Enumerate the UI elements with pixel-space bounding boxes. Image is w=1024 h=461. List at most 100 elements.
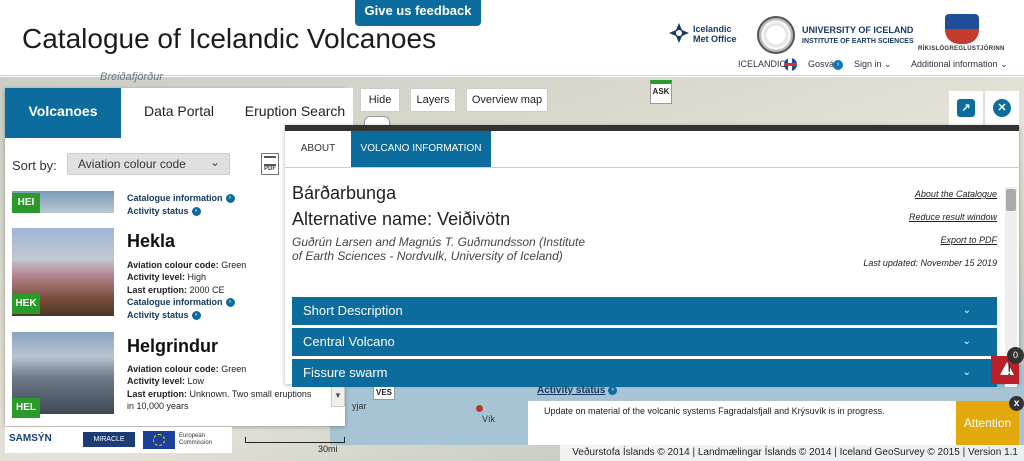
activity-status-label: Activity status: [537, 385, 606, 396]
volcano-authors: Guðrún Larsen and Magnús T. Guðmundsson …: [292, 235, 586, 263]
last-eruption-line: Last eruption: Unknown. Two small erupti…: [127, 388, 317, 412]
site-header: Catalogue of Icelandic Volcanoes Give us…: [0, 0, 1024, 76]
aviation-code-badge: HEL: [12, 398, 40, 418]
iceland-flag-icon[interactable]: [784, 58, 797, 71]
chevron-right-icon: ›: [225, 194, 235, 204]
imo-logo-text: Icelandic Met Office: [693, 24, 737, 44]
last-eruption-value: 2000 CE: [189, 285, 225, 295]
volcano-info-panel: ABOUT VOLCANO INFORMATION Bárðarbunga Al…: [285, 125, 1019, 387]
imo-logo-icon: [669, 23, 689, 43]
activity-level-line: Activity level: Low: [127, 375, 204, 387]
university-institute: INSTITUTE OF EARTH SCIENCES: [802, 38, 914, 45]
sort-label: Sort by:: [12, 158, 57, 173]
map-place-label: Vík: [482, 414, 496, 424]
close-banner-button[interactable]: x: [1009, 396, 1024, 411]
aviation-code-line: Aviation colour code: Green: [127, 363, 246, 375]
tab-data-portal[interactable]: Data Portal: [121, 88, 237, 138]
additional-info-link[interactable]: Additional information ⌄: [911, 59, 1008, 70]
tab-about[interactable]: ABOUT: [285, 131, 351, 167]
map-attribution: Veðurstofa Íslands © 2014 | Landmælingar…: [560, 445, 1024, 461]
section-central-volcano[interactable]: Central Volcano ⌄: [292, 328, 997, 356]
expand-button[interactable]: ↗: [949, 91, 983, 125]
catalogue-info-label: Catalogue information: [127, 297, 223, 307]
aviation-code-label: Aviation colour code:: [127, 260, 219, 270]
overview-map-button[interactable]: Overview map: [466, 88, 548, 112]
police-logo-text: RÍKISLÖGREGLUSTJÓRINN: [918, 46, 1005, 52]
section-fissure-swarm[interactable]: Fissure swarm ⌄: [292, 359, 997, 387]
section-short-description[interactable]: Short Description ⌄: [292, 297, 997, 325]
volcano-alt-name: Alternative name: Veiðivötn: [292, 209, 511, 229]
chevron-down-icon: ⌄: [884, 59, 892, 69]
aviation-code-line: Aviation colour code: Green: [127, 259, 246, 271]
miracle-logo[interactable]: MIRACLE: [83, 432, 135, 447]
update-banner: Update on material of the volcanic syste…: [528, 401, 956, 445]
tab-volcanoes[interactable]: Volcanoes: [5, 88, 121, 138]
university-seal-icon[interactable]: [757, 16, 795, 54]
eu-logo-text: European Commission: [179, 433, 213, 446]
aviation-code-value: Green: [221, 364, 247, 374]
chevron-down-icon: ⌄: [1000, 59, 1008, 69]
alert-count-badge: 0: [1007, 347, 1024, 364]
partner-logos: SAMSÝN MIRACLE European Commission: [5, 427, 232, 453]
activity-level-value: Low: [187, 376, 205, 386]
section-label: Fissure swarm: [303, 365, 388, 380]
map-place-label: yjar: [352, 401, 367, 411]
aviation-code-label: Aviation colour code:: [127, 364, 219, 374]
additional-info-label: Additional information: [911, 59, 998, 69]
reduce-window-link[interactable]: Reduce result window: [845, 212, 997, 222]
catalogue-info-link[interactable]: Catalogue information ›: [127, 297, 235, 308]
aviation-code-badge: HEI: [12, 193, 40, 213]
map-place-label: Breiðafjörður: [100, 71, 163, 83]
signin-link[interactable]: Sign in ⌄: [854, 59, 892, 70]
map-volcano-marker[interactable]: VES: [373, 386, 395, 400]
activity-level-label: Activity level:: [127, 376, 186, 386]
catalogue-info-link[interactable]: Catalogue information ›: [127, 193, 235, 204]
pdf-icon[interactable]: PDF: [261, 153, 279, 175]
chevron-right-icon: ›: [608, 385, 618, 395]
imo-logo[interactable]: Icelandic Met Office: [668, 22, 748, 46]
signin-label: Sign in: [854, 59, 882, 69]
activity-status-link[interactable]: Activity status ›: [127, 206, 201, 217]
volcano-title: Bárðarbunga: [292, 183, 397, 203]
map-activity-status-link[interactable]: Activity status ›: [537, 385, 618, 396]
last-updated: Last updated: November 15 2019: [863, 258, 997, 268]
layers-button[interactable]: Layers: [410, 88, 456, 112]
volcano-name[interactable]: Helgrindur: [127, 336, 218, 357]
chevron-right-icon[interactable]: ›: [833, 60, 843, 70]
map-volcano-marker[interactable]: ASK: [650, 80, 672, 104]
list-scroll-down-button[interactable]: ▼: [331, 385, 345, 407]
university-logo-text[interactable]: UNIVERSITY OF ICELAND INSTITUTE OF EARTH…: [802, 25, 914, 47]
gosva-link[interactable]: Gosvá: [808, 59, 834, 69]
chevron-right-icon: ›: [191, 207, 201, 217]
info-scrollbar-thumb[interactable]: [1006, 189, 1016, 211]
map-scale-bar: [245, 437, 345, 443]
chevron-down-icon: ⌄: [210, 155, 221, 169]
eu-flag-icon[interactable]: [143, 431, 175, 449]
language-link[interactable]: ICELANDIC: [738, 59, 786, 69]
chevron-right-icon: ›: [191, 311, 201, 321]
about-catalogue-link[interactable]: About the Catalogue: [845, 189, 997, 199]
activity-status-link[interactable]: Activity status ›: [127, 310, 201, 321]
chevron-down-icon: ⌄: [962, 367, 971, 378]
map-scale-label: 30mi: [318, 444, 338, 454]
close-panel-button[interactable]: ✕: [985, 91, 1019, 125]
volcano-name[interactable]: Hekla: [127, 231, 175, 252]
samsyn-logo[interactable]: SAMSÝN: [9, 433, 52, 444]
activity-level-label: Activity level:: [127, 272, 186, 282]
catalogue-info-label: Catalogue information: [127, 193, 223, 203]
map-location-dot: [476, 405, 483, 412]
feedback-button[interactable]: Give us feedback: [355, 0, 481, 26]
last-eruption-line: Last eruption: 2000 CE: [127, 284, 225, 296]
police-crest-icon[interactable]: [945, 14, 979, 44]
university-name: UNIVERSITY OF ICELAND: [802, 25, 914, 35]
activity-level-line: Activity level: High: [127, 271, 206, 283]
activity-level-value: High: [187, 272, 207, 282]
expand-icon: ↗: [957, 99, 975, 117]
chevron-right-icon: ›: [225, 298, 235, 308]
section-label: Short Description: [303, 303, 403, 318]
hide-button[interactable]: Hide: [360, 88, 400, 112]
tab-volcano-information[interactable]: VOLCANO INFORMATION: [351, 131, 491, 167]
export-pdf-link[interactable]: Export to PDF: [845, 235, 997, 245]
sort-select[interactable]: Aviation colour code: [67, 153, 230, 175]
chevron-down-icon: ⌄: [962, 336, 971, 347]
